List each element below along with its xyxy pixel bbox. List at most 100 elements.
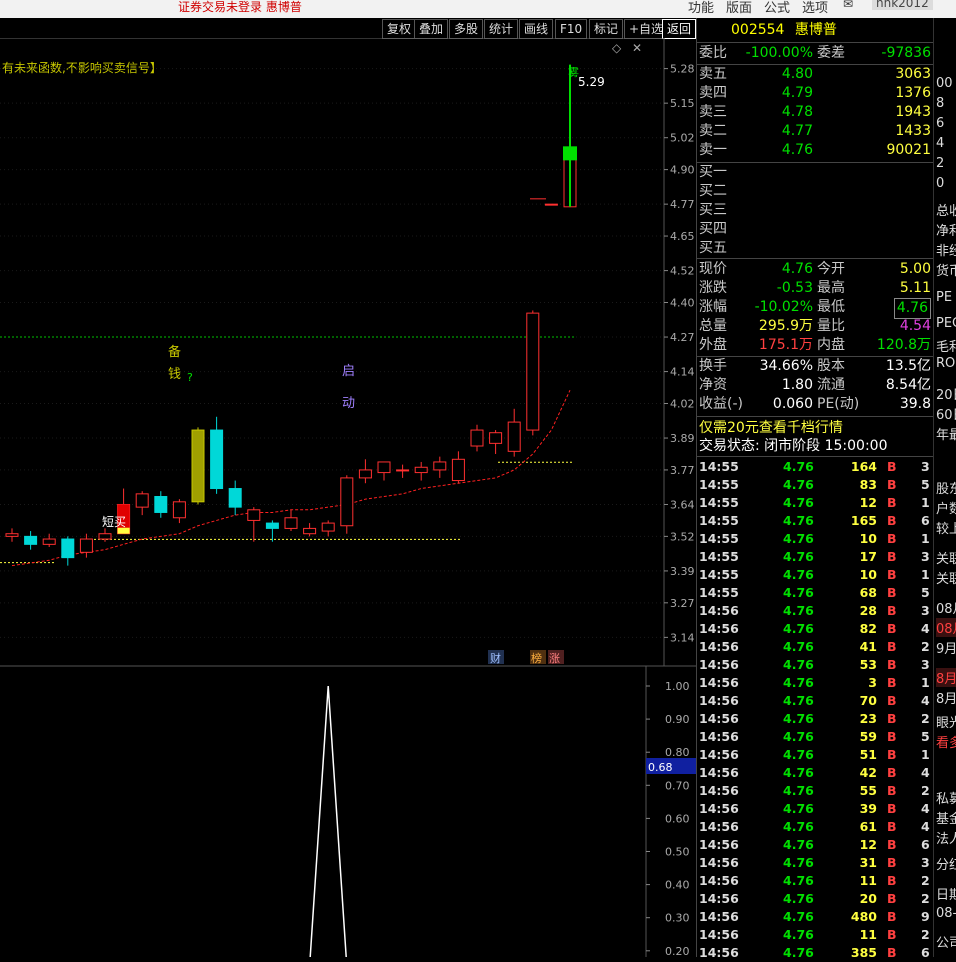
btn-multi-stock[interactable]: 多股	[449, 19, 484, 39]
side-item[interactable]: 法人	[936, 828, 956, 847]
side-item[interactable]: 0	[936, 176, 944, 191]
side-item[interactable]: 股东	[936, 478, 956, 497]
ask-row[interactable]: 卖三 4.78 1943	[697, 103, 933, 122]
side-item[interactable]: 眼光	[936, 712, 956, 731]
level2-promo[interactable]: 仅需20元查看千档行情	[699, 417, 843, 437]
side-item[interactable]: 08月	[936, 598, 956, 617]
btn-restore-rights[interactable]: 复权	[382, 19, 417, 39]
tick-row[interactable]: 14:55 4.76 165 B 6	[697, 512, 933, 530]
tick-row[interactable]: 14:56 4.76 11 B 2	[697, 872, 933, 890]
side-item[interactable]: 00	[936, 76, 953, 91]
side-item[interactable]: 8	[936, 96, 944, 111]
side-item[interactable]: 公司	[936, 932, 956, 951]
mail-icon[interactable]: ✉	[843, 0, 853, 11]
side-item[interactable]: 20日	[936, 384, 956, 403]
tick-row[interactable]: 14:55 4.76 164 B 3	[697, 458, 933, 476]
bid-row[interactable]: 买一	[697, 163, 933, 182]
btn-statistics[interactable]: 统计	[484, 19, 519, 39]
tick-row[interactable]: 14:56 4.76 31 B 3	[697, 854, 933, 872]
side-item[interactable]: 日期	[936, 884, 956, 903]
side-item[interactable]: ROE	[936, 356, 956, 371]
side-item[interactable]: 2	[936, 156, 944, 171]
side-item[interactable]: 8月	[936, 668, 956, 687]
user-name[interactable]: hhk2012	[872, 0, 933, 10]
f10-side-panel[interactable]: 00 8 6 4 2 0 总收净利非经货币 PE PEG 毛利ROE 20日60日年最股东户数较上关…	[933, 18, 956, 957]
side-item[interactable]: 关联	[936, 548, 956, 567]
side-item[interactable]: 8月	[936, 688, 956, 707]
bid-row[interactable]: 买五	[697, 239, 933, 258]
bid-row[interactable]: 买二	[697, 182, 933, 201]
tick-row[interactable]: 14:56 4.76 51 B 1	[697, 746, 933, 764]
ask-row[interactable]: 卖五 4.80 3063	[697, 65, 933, 84]
tick-row[interactable]: 14:55 4.76 68 B 5	[697, 584, 933, 602]
kline-chart-area[interactable]: 有未来函数,不影响买卖信号】 ◇ ✕ 5.28 5.15 5.02 4.90 4.77 4…	[0, 37, 696, 958]
tick-row[interactable]: 14:56 4.76 11 B 2	[697, 926, 933, 944]
side-item[interactable]: 货币	[936, 260, 956, 279]
tick-row[interactable]: 14:56 4.76 53 B 3	[697, 656, 933, 674]
bid-row[interactable]: 买三	[697, 201, 933, 220]
tick-row[interactable]: 14:55 4.76 12 B 1	[697, 494, 933, 512]
side-item[interactable]: 关联	[936, 568, 956, 587]
side-item[interactable]: PE	[936, 290, 952, 305]
side-item[interactable]: 总收	[936, 200, 956, 219]
ask-row[interactable]: 卖一 4.76 90021	[697, 141, 933, 160]
tick-row[interactable]: 14:56 4.76 61 B 4	[697, 818, 933, 836]
tick-count: 4	[921, 693, 930, 708]
side-item[interactable]: 毛利	[936, 336, 956, 355]
side-item[interactable]: 4	[936, 136, 944, 151]
bid-row[interactable]: 买四	[697, 220, 933, 239]
weibi-row: 委比 -100.00% 委差 -97836	[697, 44, 933, 63]
tick-row[interactable]: 14:56 4.76 385 B 6	[697, 944, 933, 962]
side-item[interactable]: 年最	[936, 424, 956, 443]
menu-function[interactable]: 功能	[688, 0, 714, 16]
tick-price: 4.76	[783, 531, 814, 546]
tick-volume: 164	[850, 459, 877, 474]
candle-body	[358, 469, 372, 479]
btn-f10[interactable]: F10	[555, 19, 588, 39]
tick-row[interactable]: 14:56 4.76 39 B 4	[697, 800, 933, 818]
side-item[interactable]: 08-	[936, 906, 956, 921]
kline-svg[interactable]: 有未来函数,不影响买卖信号】 ◇ ✕ 5.28 5.15 5.02 4.90 4.77 4…	[0, 37, 696, 958]
side-item[interactable]: 看多	[936, 732, 956, 751]
btn-draw-line[interactable]: 画线	[519, 19, 554, 39]
tick-row[interactable]: 14:56 4.76 70 B 4	[697, 692, 933, 710]
tick-row[interactable]: 14:55 4.76 10 B 1	[697, 566, 933, 584]
side-item[interactable]: 基金	[936, 808, 956, 827]
tick-list[interactable]: 14:55 4.76 164 B 3 14:55 4.76 83 B 5 14:55…	[697, 458, 933, 962]
menu-layout[interactable]: 版面	[726, 0, 752, 16]
tick-row[interactable]: 14:56 4.76 59 B 5	[697, 728, 933, 746]
tick-row[interactable]: 14:56 4.76 12 B 6	[697, 836, 933, 854]
side-item[interactable]: 户数	[936, 498, 956, 517]
side-item[interactable]: 6	[936, 116, 944, 131]
side-item[interactable]: 9月	[936, 638, 956, 657]
tick-row[interactable]: 14:55 4.76 10 B 1	[697, 530, 933, 548]
menu-options[interactable]: 选项	[802, 0, 828, 16]
side-item[interactable]: 净利	[936, 220, 956, 239]
ask-row[interactable]: 卖四 4.79 1376	[697, 84, 933, 103]
tick-row[interactable]: 14:56 4.76 23 B 2	[697, 710, 933, 728]
side-item[interactable]: 较上	[936, 518, 956, 537]
tick-row[interactable]: 14:56 4.76 20 B 2	[697, 890, 933, 908]
btn-mark[interactable]: 标记	[589, 19, 624, 39]
tick-volume: 480	[850, 909, 877, 924]
ask-row[interactable]: 卖二 4.77 1433	[697, 122, 933, 141]
tick-row[interactable]: 14:56 4.76 82 B 4	[697, 620, 933, 638]
menu-formula[interactable]: 公式	[764, 0, 790, 16]
side-item[interactable]: 08月	[936, 618, 956, 637]
tick-row[interactable]: 14:56 4.76 28 B 3	[697, 602, 933, 620]
tick-row[interactable]: 14:56 4.76 3 B 1	[697, 674, 933, 692]
tick-row[interactable]: 14:56 4.76 41 B 2	[697, 638, 933, 656]
side-item[interactable]: 非经	[936, 240, 956, 259]
btn-overlay[interactable]: 叠加	[414, 19, 449, 39]
side-item[interactable]: PEG	[936, 316, 956, 331]
tick-row[interactable]: 14:56 4.76 480 B 9	[697, 908, 933, 926]
btn-back[interactable]: 返回	[662, 19, 696, 39]
tick-row[interactable]: 14:56 4.76 42 B 4	[697, 764, 933, 782]
tick-row[interactable]: 14:56 4.76 55 B 2	[697, 782, 933, 800]
side-item[interactable]: 私募	[936, 788, 956, 807]
side-item[interactable]: 60日	[936, 404, 956, 423]
label-bei: 备	[168, 344, 181, 360]
tick-row[interactable]: 14:55 4.76 83 B 5	[697, 476, 933, 494]
side-item[interactable]: 分红	[936, 854, 956, 873]
tick-row[interactable]: 14:55 4.76 17 B 3	[697, 548, 933, 566]
